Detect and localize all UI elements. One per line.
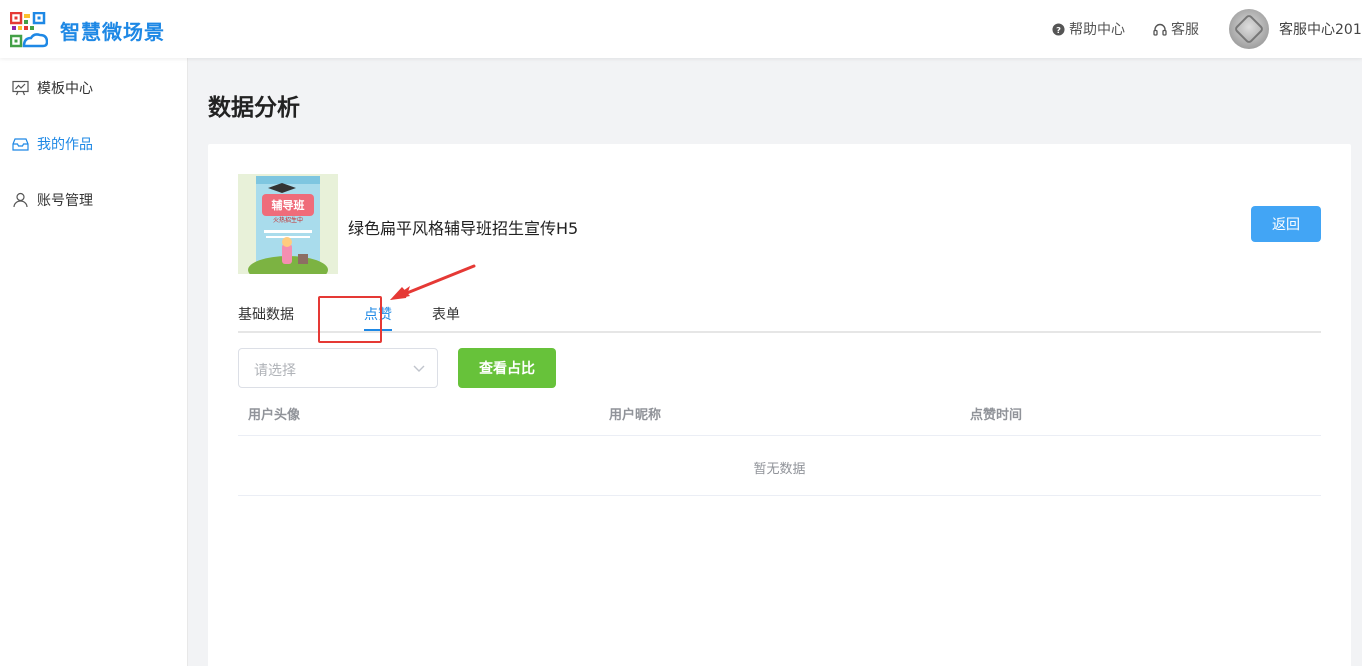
column-like-time: 点赞时间 (970, 408, 1023, 423)
sidebar-item-account[interactable]: 账号管理 (12, 190, 93, 210)
qr-cloud-logo-icon (10, 12, 48, 48)
tab-form[interactable]: 表单 (432, 304, 460, 324)
empty-state-text: 暂无数据 (753, 462, 806, 477)
table-empty-row: 暂无数据 (238, 436, 1321, 496)
page-title: 数据分析 (208, 95, 300, 121)
tab-basic-data[interactable]: 基础数据 (238, 304, 294, 324)
back-button[interactable]: 返回 (1251, 206, 1321, 242)
column-user-avatar: 用户头像 (248, 408, 301, 423)
svg-text:?: ? (1056, 24, 1061, 34)
sidebar-item-template-center[interactable]: 模板中心 (12, 78, 93, 98)
poster-image: 辅导班 火热招生中 (238, 174, 338, 274)
chevron-down-icon (413, 365, 425, 372)
brand-name[interactable]: 智慧微场景 (60, 16, 165, 45)
inbox-icon (12, 138, 29, 151)
work-title: 绿色扁平风格辅导班招生宣传H5 (348, 219, 579, 238)
user-avatar[interactable] (1229, 9, 1269, 49)
likes-table: 用户头像 用户昵称 点赞时间 暂无数据 (238, 392, 1321, 496)
annotation-highlight-box (318, 296, 382, 343)
filter-select[interactable]: 请选择 (238, 348, 438, 388)
top-header: 智慧微场景 ? 帮助中心 客服 客服中心2018 (0, 0, 1362, 58)
sidebar-item-label: 我的作品 (37, 137, 93, 153)
poster-big-text: 辅导班 (272, 198, 305, 212)
poster-sub-text: 火热招生中 (273, 216, 303, 224)
help-center-link[interactable]: ? 帮助中心 (1052, 19, 1125, 39)
help-center-label: 帮助中心 (1069, 22, 1125, 38)
work-thumbnail[interactable]: 辅导班 火热招生中 (238, 174, 338, 274)
headset-icon (1153, 23, 1167, 36)
chart-board-icon (12, 80, 29, 96)
filter-select-placeholder: 请选择 (254, 363, 296, 379)
view-ratio-button[interactable]: 查看占比 (458, 348, 556, 388)
analysis-card: 辅导班 火热招生中 绿色扁平风格辅导班招生宣传H5 返回 基础数据 点赞 表单 … (208, 144, 1351, 666)
customer-service-label: 客服 (1171, 22, 1199, 38)
customer-service-link[interactable]: 客服 (1153, 19, 1199, 39)
table-header: 用户头像 用户昵称 点赞时间 (238, 392, 1321, 436)
sidebar-item-label: 账号管理 (37, 193, 93, 209)
header-actions: ? 帮助中心 客服 客服中心2018 (1052, 0, 1362, 58)
annotation-arrow-icon (390, 264, 476, 300)
user-name[interactable]: 客服中心2018 (1279, 19, 1362, 39)
question-circle-icon: ? (1052, 22, 1065, 36)
user-icon (13, 192, 28, 208)
sidebar: 模板中心 我的作品 账号管理 (0, 58, 188, 666)
column-user-nickname: 用户昵称 (609, 408, 662, 423)
sidebar-item-label: 模板中心 (37, 81, 93, 97)
sidebar-item-my-works[interactable]: 我的作品 (12, 134, 93, 154)
